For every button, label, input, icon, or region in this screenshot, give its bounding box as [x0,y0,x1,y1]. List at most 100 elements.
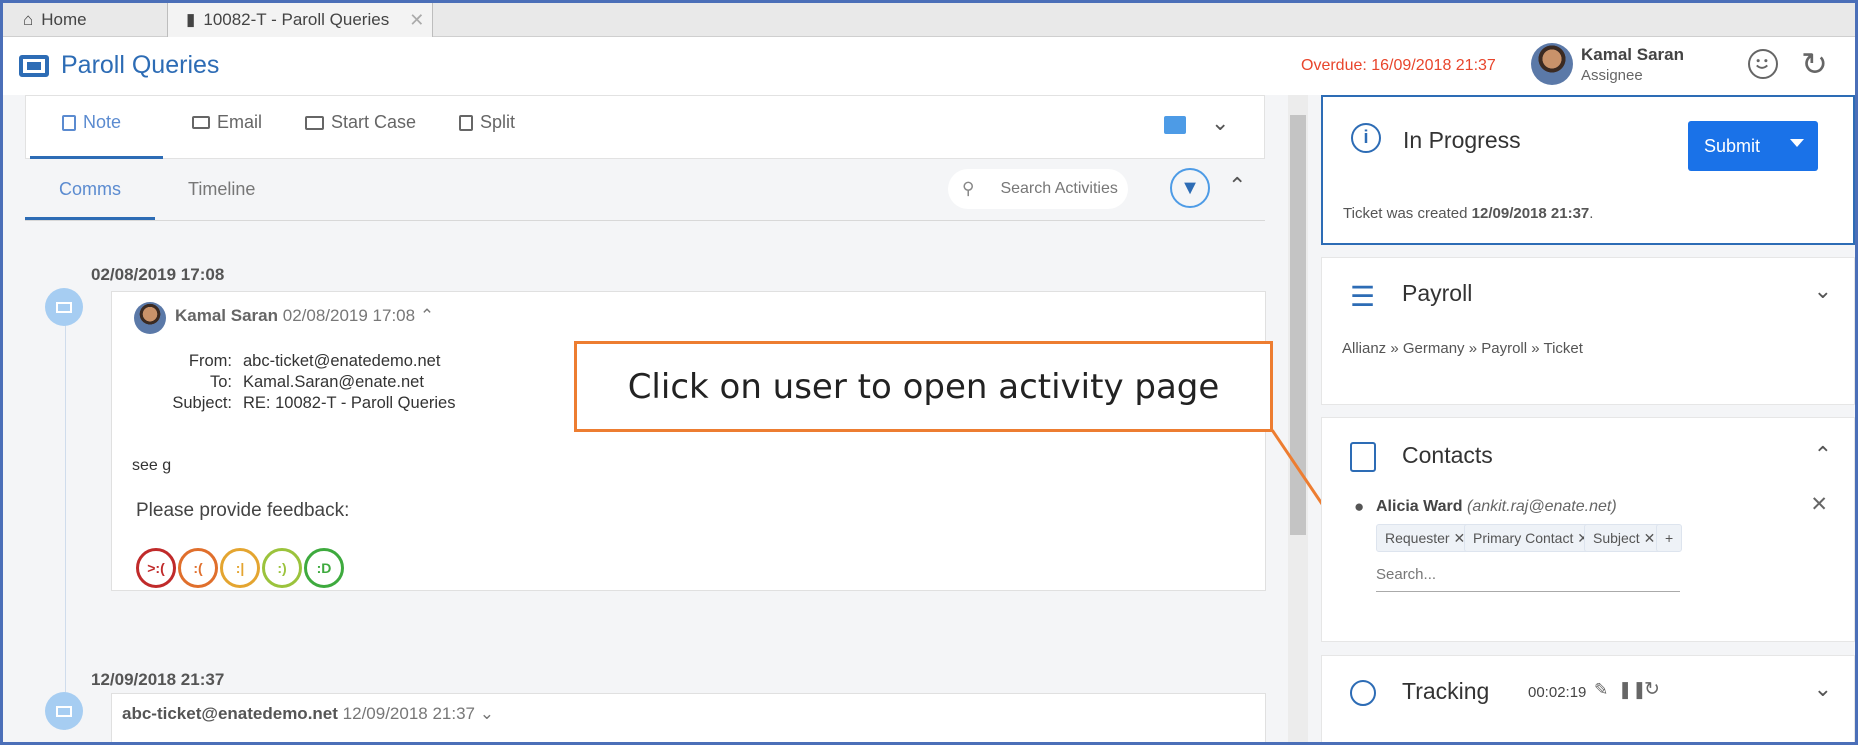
note-button[interactable]: Note [62,112,121,133]
chip-label: Primary Contact [1473,530,1574,546]
activity-card: Kamal Saran 02/08/2019 17:08 ⌃ From: abc-… [111,291,1266,591]
contacts-card: Contacts ⌃ ● Alicia Ward (ankit.raj@enat… [1321,417,1855,642]
activity-author[interactable]: abc-ticket@enatedemo.net [122,704,338,723]
close-icon[interactable]: ✕ [1810,492,1828,517]
happy-icon[interactable]: :) [262,548,302,588]
assignee-name[interactable]: Kamal Saran [1581,45,1684,65]
activity-date: 12/09/2018 21:37 [91,670,225,689]
payroll-card: ☰ Payroll ⌄ Allianz » Germany » Payroll … [1321,257,1855,405]
search-activities-input[interactable]: ⚲ Search Activities [948,169,1128,209]
refresh-icon[interactable]: ↻ [1801,45,1828,83]
feedback-prompt: Please provide feedback: [136,500,350,521]
chevron-up-icon[interactable]: ⌃ [1228,173,1246,199]
search-icon: ⚲ [962,179,975,198]
chevron-down-icon[interactable]: ⌄ [1814,278,1832,304]
page-title: Paroll Queries [61,51,220,79]
close-tab-icon[interactable]: ✕ [409,10,424,31]
created-prefix: Ticket was created [1343,205,1472,222]
tab-strip: ⌂ Home ▮ 10082-T - Paroll Queries ✕ [3,3,1855,37]
filter-icon[interactable]: ▼ [1170,168,1210,208]
activity-date: 02/08/2019 17:08 [91,265,225,284]
details-panel: i In Progress Submit Ticket was created … [1321,95,1855,742]
pause-icon[interactable]: ❚❚ [1618,680,1647,700]
to-value: Kamal.Saran@enate.net [243,373,424,391]
app-window: ⌂ Home ▮ 10082-T - Paroll Queries ✕ Paro… [0,0,1858,745]
reset-icon[interactable]: ↻ [1644,678,1660,701]
status-title: In Progress [1403,127,1521,153]
split-label: Split [480,112,516,132]
contact-name[interactable]: Alicia Ward [1376,498,1463,515]
page-header: Paroll Queries Overdue: 16/09/2018 21:37… [3,37,1855,95]
contact-tag-primary[interactable]: Primary Contact ✕ [1464,524,1598,552]
activity-header: abc-ticket@enatedemo.net 12/09/2018 21:3… [122,704,494,724]
submit-button[interactable]: Submit [1688,121,1818,171]
activity-author[interactable]: Kamal Saran [175,306,278,325]
very-unhappy-icon[interactable]: >:( [136,548,176,588]
contact-search-input[interactable]: Search... [1376,566,1680,592]
subject-value: RE: 10082-T - Paroll Queries [243,394,456,412]
folder-icon [305,115,324,130]
neutral-icon[interactable]: :| [220,548,260,588]
email-activity-icon [45,288,83,326]
ticket-icon: ▮ [186,10,196,29]
subject-label: Subject: [172,394,232,412]
ticket-created-text: Ticket was created 12/09/2018 21:37. [1343,205,1593,222]
avatar[interactable] [1531,43,1573,85]
tab-ticket[interactable]: ▮ 10082-T - Paroll Queries ✕ [168,3,433,37]
mail-toggle-icon[interactable] [1164,116,1186,134]
email-button[interactable]: Email [192,112,262,133]
active-subtab-indicator [25,217,155,220]
unhappy-icon[interactable]: :( [178,548,218,588]
address-book-icon [1350,442,1376,472]
stopwatch-icon [1350,680,1376,706]
action-bar: Note Email Start Case Split ⌄ [25,95,1265,159]
from-label: From: [188,352,232,370]
scrollbar[interactable] [1288,95,1308,742]
tab-comms[interactable]: Comms [59,179,121,200]
smiley-feedback-icon[interactable] [1748,49,1778,79]
split-icon [459,114,473,131]
contact-entry[interactable]: Alicia Ward (ankit.raj@enate.net) [1376,498,1617,516]
contact-tag-requester[interactable]: Requester ✕ [1376,524,1475,552]
assignee-role: Assignee [1581,67,1643,84]
start-case-button[interactable]: Start Case [305,112,416,133]
note-icon [62,114,76,131]
very-happy-icon[interactable]: :D [304,548,344,588]
activity-card: abc-ticket@enatedemo.net 12/09/2018 21:3… [111,693,1266,742]
to-label: To: [209,373,232,391]
activity-timestamp: 02/08/2019 17:08 [282,306,416,325]
callout-annotation: Click on user to open activity page [574,341,1273,432]
edit-icon[interactable]: ✎ [1594,680,1608,700]
add-tag-button[interactable]: + [1656,524,1683,552]
tab-home[interactable]: ⌂ Home [3,3,168,37]
activity-subtabs: Comms Timeline ⚲ Search Activities ▼ ⌃ [25,165,1265,221]
chevron-down-icon[interactable]: ⌄ [480,704,494,723]
ticket-icon [19,55,49,77]
payroll-title: Payroll [1402,280,1473,306]
close-icon[interactable]: ✕ [1644,530,1656,547]
info-icon: i [1351,123,1381,153]
timeline-line [65,300,66,730]
home-icon: ⌂ [23,10,34,29]
chevron-up-icon[interactable]: ⌃ [420,306,434,325]
tab-timeline[interactable]: Timeline [188,179,255,200]
activity-header: Kamal Saran 02/08/2019 17:08 ⌃ [175,306,434,326]
contact-email: (ankit.raj@enate.net) [1467,498,1617,515]
activity-timestamp: 12/09/2018 21:37 [342,704,476,723]
avatar[interactable] [134,302,166,334]
caret-down-icon[interactable] [1790,139,1804,147]
split-button[interactable]: Split [459,112,515,133]
chevron-down-icon[interactable]: ⌄ [1814,676,1832,702]
chevron-down-icon[interactable]: ⌄ [1211,110,1229,136]
tracking-card: Tracking 00:02:19 ✎ ❚❚ ↻ ⌄ [1321,655,1855,742]
chip-label: Requester [1385,530,1450,546]
email-label: Email [217,112,263,132]
envelope-icon [192,116,210,129]
email-activity-icon [45,692,83,730]
contact-tag-subject[interactable]: Subject ✕ [1584,524,1665,552]
tracking-time: 00:02:19 [1528,684,1587,701]
start-case-label: Start Case [331,112,417,132]
created-suffix: . [1589,205,1594,222]
chevron-up-icon[interactable]: ⌃ [1814,442,1832,468]
email-subject-row: Subject: RE: 10082-T - Paroll Queries [112,394,455,413]
